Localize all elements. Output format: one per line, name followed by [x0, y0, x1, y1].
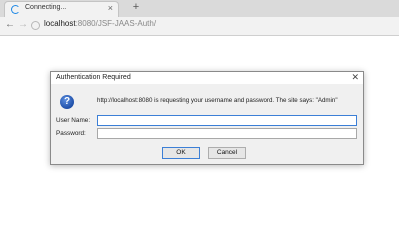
tab-title: Connecting...	[25, 4, 67, 11]
spinner-icon	[11, 5, 20, 14]
back-button[interactable]: ←	[5, 19, 15, 31]
browser-tab[interactable]: Connecting... ×	[4, 1, 119, 17]
question-icon: ?	[60, 95, 74, 109]
address-host: localhost	[44, 19, 76, 28]
reload-icon[interactable]	[31, 21, 40, 30]
password-field[interactable]	[97, 128, 357, 139]
dialog-body: ? http://localhost:8080 is requesting yo…	[51, 84, 363, 164]
tab-close-icon[interactable]: ×	[108, 3, 113, 13]
password-label: Password:	[56, 130, 86, 137]
dialog-close-icon[interactable]: ✕	[351, 72, 359, 83]
username-field[interactable]	[97, 115, 357, 126]
username-label: User Name:	[56, 117, 91, 124]
browser-toolbar: ← → localhost:8080/JSF-JAAS-Auth/	[0, 17, 399, 36]
forward-button[interactable]: →	[18, 19, 28, 31]
tab-strip: Connecting... × +	[0, 0, 399, 17]
auth-dialog: Authentication Required ✕ ? http://local…	[50, 71, 364, 165]
dialog-message: http://localhost:8080 is requesting your…	[97, 97, 338, 104]
dialog-title: Authentication Required	[56, 74, 131, 81]
address-path: :8080/JSF-JAAS-Auth/	[75, 19, 157, 28]
ok-button[interactable]: OK	[162, 147, 200, 159]
address-bar[interactable]: localhost:8080/JSF-JAAS-Auth/	[44, 19, 156, 28]
cancel-button[interactable]: Cancel	[208, 147, 246, 159]
new-tab-button[interactable]: +	[129, 1, 143, 15]
